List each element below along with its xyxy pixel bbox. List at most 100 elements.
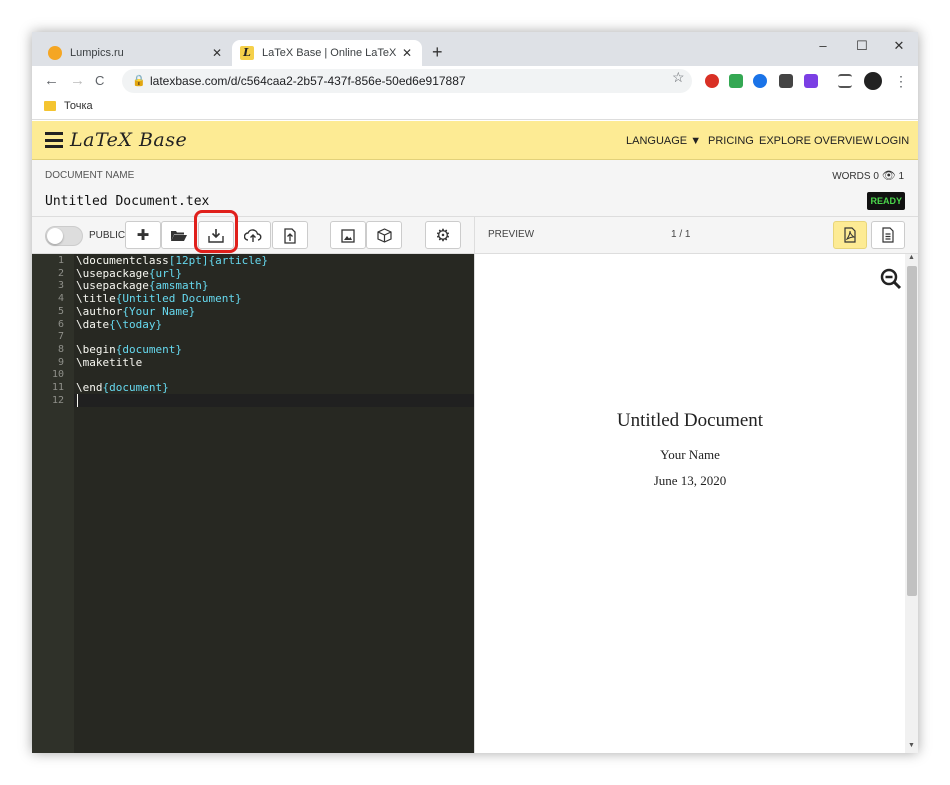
- folder-open-icon: [171, 231, 187, 241]
- bookmark-item[interactable]: Точка: [64, 100, 93, 112]
- extension-icon-4[interactable]: [779, 74, 793, 88]
- line-number: 5: [57, 305, 64, 317]
- line-number: 8: [57, 343, 64, 355]
- code-editor[interactable]: 1 2 3 4 5 6 7 8 9 10 11 12 \documentclass[12pt]{art…: [32, 254, 474, 753]
- tab-strip: Lumpics.ru ✕ L LaTeX Base | Online LaTeX…: [32, 32, 918, 66]
- pricing-link[interactable]: PRICING: [708, 135, 754, 147]
- latex-argument: {document}: [115, 342, 182, 356]
- upload-cloud-button[interactable]: [235, 221, 271, 249]
- latex-argument: {url}: [148, 266, 182, 280]
- scrollbar-thumb[interactable]: [907, 266, 917, 596]
- export-button[interactable]: [272, 221, 308, 249]
- latex-command: \author: [76, 304, 123, 318]
- tab-latexbase[interactable]: L LaTeX Base | Online LaTeX Editor ✕: [232, 40, 422, 66]
- highlight-outline: [194, 210, 238, 253]
- public-label: PUBLIC: [89, 230, 126, 241]
- preview-scrollbar[interactable]: ▲ ▼: [905, 254, 918, 753]
- line-number: 1: [57, 255, 64, 266]
- back-button[interactable]: ←: [44, 71, 59, 91]
- line-number: 10: [51, 369, 64, 381]
- bookmark-star-icon[interactable]: ☆: [672, 69, 685, 86]
- line-number: 11: [51, 382, 64, 393]
- latex-favicon-icon: L: [240, 46, 254, 60]
- code-line: \end{document}: [76, 381, 169, 395]
- document-icon: [882, 227, 894, 243]
- status-badge: READY: [867, 192, 905, 210]
- hamburger-menu-icon[interactable]: [45, 132, 63, 148]
- words-value: 0: [873, 171, 879, 182]
- preview-label: PREVIEW: [488, 229, 535, 240]
- pdf-title: Untitled Document: [616, 410, 764, 431]
- caret-down-icon: ▼: [690, 135, 702, 147]
- log-view-button[interactable]: [871, 221, 905, 249]
- insert-image-button[interactable]: [330, 221, 366, 249]
- pdf-preview[interactable]: Untitled Document Your Name June 13, 202…: [474, 254, 918, 753]
- latex-command: \begin: [76, 342, 116, 356]
- document-name-field[interactable]: Untitled Document.tex: [45, 194, 209, 209]
- app-logo[interactable]: LaTeX Base: [70, 129, 187, 151]
- login-link[interactable]: LOGIN: [875, 135, 909, 147]
- settings-button[interactable]: ⚙: [425, 221, 461, 249]
- extension-icon-5[interactable]: [804, 74, 818, 88]
- lock-icon: 🔒: [132, 75, 146, 87]
- open-file-button[interactable]: [161, 221, 197, 249]
- latex-command: \title: [76, 292, 116, 306]
- latex-command: \usepackage: [76, 266, 149, 280]
- latex-argument: {amsmath}: [148, 279, 209, 293]
- language-label: LANGUAGE: [626, 135, 688, 147]
- bookmarks-bar: Точка: [32, 96, 918, 120]
- folder-icon: [44, 101, 56, 111]
- tab-lumpics[interactable]: Lumpics.ru ✕: [40, 40, 232, 66]
- eye-icon: 👁: [881, 170, 896, 182]
- insert-box-button[interactable]: [366, 221, 402, 249]
- page-indicator: 1 / 1: [671, 229, 691, 240]
- overview-link[interactable]: OVERVIEW: [814, 135, 873, 147]
- viewers-count: 1: [898, 171, 904, 182]
- profile-avatar[interactable]: [864, 72, 882, 90]
- minimize-button[interactable]: –: [808, 36, 838, 56]
- reading-list-icon[interactable]: [838, 74, 852, 88]
- word-count: WORDS 0 👁 1: [832, 169, 904, 182]
- document-info-bar: DOCUMENT NAME Untitled Document.tex WORD…: [32, 160, 918, 216]
- line-number: 12: [51, 394, 64, 406]
- forward-button[interactable]: →: [70, 71, 85, 91]
- pdf-view-button[interactable]: [833, 221, 867, 249]
- plus-icon: ✚: [136, 227, 150, 244]
- code-line: \maketitle: [76, 356, 142, 370]
- close-window-button[interactable]: ✕: [884, 36, 914, 56]
- browser-menu-icon[interactable]: ⋮: [894, 71, 908, 91]
- scroll-down-icon[interactable]: ▼: [908, 742, 915, 749]
- new-file-button[interactable]: ✚: [125, 221, 161, 249]
- line-gutter: 1 2 3 4 5 6 7 8 9 10 11 12: [32, 254, 74, 753]
- explore-link[interactable]: EXPLORE: [759, 135, 811, 147]
- latex-command: \documentclass: [76, 254, 169, 267]
- latex-argument: {Your Name}: [122, 304, 196, 318]
- latex-argument: {Untitled Document}: [115, 292, 242, 306]
- maximize-button[interactable]: ☐: [847, 36, 877, 56]
- extension-icon-2[interactable]: [729, 74, 743, 88]
- active-line: [74, 394, 474, 407]
- extension-icon-1[interactable]: [705, 74, 719, 88]
- url-input[interactable]: 🔒 latexbase.com/d/c564caa2-2b57-437f-856…: [122, 69, 692, 93]
- image-icon: [341, 229, 355, 243]
- zoom-out-icon[interactable]: [880, 268, 902, 290]
- scroll-up-icon[interactable]: ▲: [908, 254, 915, 261]
- app-header: LaTeX Base LANGUAGE ▼ PRICING EXPLORE OV…: [32, 121, 918, 160]
- latex-command: \date: [76, 317, 110, 331]
- gear-icon: ⚙: [435, 226, 451, 245]
- language-menu[interactable]: LANGUAGE ▼: [626, 135, 701, 147]
- line-number: 9: [57, 356, 64, 368]
- public-toggle[interactable]: [45, 226, 83, 246]
- latex-argument: {document}: [102, 381, 169, 394]
- line-number: 2: [57, 267, 64, 279]
- extension-icon-3[interactable]: [753, 74, 767, 88]
- line-number: 6: [57, 318, 64, 330]
- line-number: 7: [57, 331, 64, 343]
- address-bar-row: ← → C 🔒 latexbase.com/d/c564caa2-2b57-43…: [32, 66, 918, 96]
- latex-command: \usepackage: [76, 279, 149, 293]
- new-tab-button[interactable]: +: [432, 43, 443, 61]
- tab-close-icon[interactable]: ✕: [210, 46, 224, 60]
- line-number: 4: [57, 293, 64, 305]
- reload-button[interactable]: C: [95, 71, 104, 91]
- tab-close-icon[interactable]: ✕: [400, 46, 414, 60]
